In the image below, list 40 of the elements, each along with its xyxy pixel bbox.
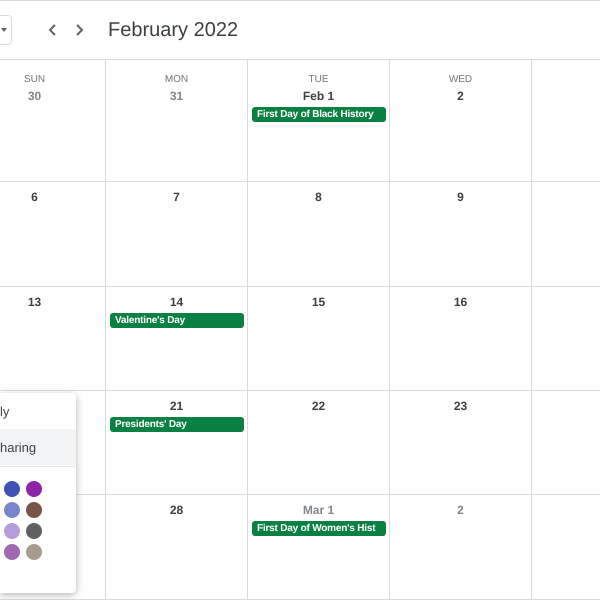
color-swatch[interactable] [4, 523, 20, 539]
weekday-label: SUN [24, 74, 46, 85]
menu-item[interactable]: ly [0, 393, 76, 429]
event-chip[interactable]: First Day of Women's Hist [252, 521, 386, 536]
date-number: Mar 1 [302, 503, 334, 517]
caret-icon [1, 28, 7, 32]
event-chip[interactable]: Valentine's Day [110, 313, 244, 328]
color-swatch[interactable] [26, 544, 42, 560]
menu-item[interactable]: haring [0, 429, 76, 465]
date-number: 2 [457, 89, 464, 103]
weekday-label: MON [164, 74, 188, 85]
date-number: 23 [454, 399, 468, 413]
event-chip[interactable]: Presidents' Day [110, 417, 244, 432]
chevron-left-icon [48, 24, 56, 36]
date-number: 2 [457, 503, 464, 517]
color-swatch[interactable] [26, 502, 42, 518]
color-swatch[interactable] [4, 502, 20, 518]
color-swatch[interactable] [4, 544, 20, 560]
chevron-right-icon [76, 24, 84, 36]
date-number: 8 [315, 190, 322, 204]
date-number: 22 [312, 399, 326, 413]
date-number: 31 [170, 89, 184, 103]
date-number: 14 [170, 295, 184, 309]
color-swatch[interactable] [4, 481, 20, 497]
date-number: 21 [170, 399, 184, 413]
date-number: 15 [312, 295, 326, 309]
date-number: 30 [28, 89, 42, 103]
weekday-label: TUE [308, 74, 328, 85]
color-swatch[interactable] [26, 523, 42, 539]
date-number: 16 [454, 295, 468, 309]
date-number: 6 [31, 190, 38, 204]
event-chip[interactable]: First Day of Black History [252, 107, 386, 122]
weekday-label: WED [448, 74, 472, 85]
date-number: 28 [170, 503, 184, 517]
month-title: February 2022 [108, 18, 238, 42]
date-number: Feb 1 [302, 89, 334, 103]
color-swatch[interactable] [26, 481, 42, 497]
date-number: 13 [28, 295, 42, 309]
date-number: 7 [173, 190, 180, 204]
date-number: 9 [457, 190, 464, 204]
